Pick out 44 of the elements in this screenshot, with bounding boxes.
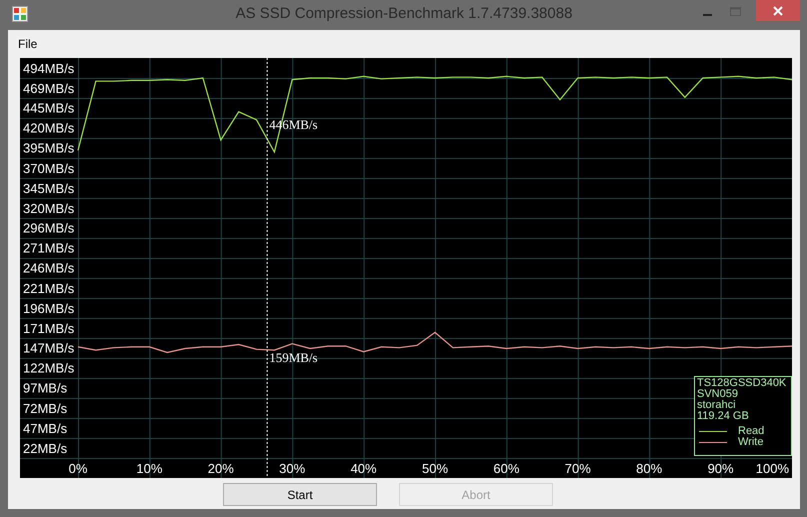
- axis-label: 50%: [422, 461, 448, 476]
- axis-label: 72MB/s: [23, 400, 68, 416]
- axis-label: 395MB/s: [23, 140, 74, 156]
- axis-label: 420MB/s: [23, 120, 74, 136]
- app-icon: [12, 6, 28, 22]
- start-button[interactable]: Start: [223, 483, 377, 506]
- axis-label: 30%: [279, 461, 306, 476]
- axis-label: 97MB/s: [23, 380, 68, 396]
- axis-label: 196MB/s: [23, 300, 74, 316]
- axis-label: 22MB/s: [23, 441, 68, 456]
- axis-label: 10%: [136, 461, 162, 476]
- axis-label: 0%: [68, 461, 88, 476]
- firmware-version: SVN059: [697, 389, 739, 400]
- axis-label: 320MB/s: [23, 201, 74, 216]
- legend-label: Read: [738, 426, 764, 436]
- axis-label: 70%: [564, 461, 591, 476]
- axis-label: 221MB/s: [23, 280, 74, 296]
- drive-size: 119.24 GB: [697, 411, 750, 422]
- axis-label: 494MB/s: [23, 60, 74, 76]
- axis-label: 122MB/s: [23, 360, 74, 376]
- axis-label: 20%: [208, 461, 234, 476]
- axis-label: 445MB/s: [23, 100, 74, 116]
- close-icon: [772, 4, 784, 16]
- axis-label: 296MB/s: [23, 220, 74, 236]
- axis-label: 100%: [756, 461, 789, 476]
- axis-label: 370MB/s: [23, 160, 74, 176]
- axis-label: 40%: [350, 461, 377, 476]
- axis-label: 90%: [708, 461, 734, 476]
- cursor-reading: 159MB/s: [269, 350, 318, 365]
- legend-label: Write: [738, 437, 764, 447]
- menu-item[interactable]: File: [12, 35, 44, 53]
- axis-label: 171MB/s: [23, 321, 74, 336]
- axis-label: 60%: [493, 461, 520, 476]
- window-title: AS SSD Compression-Benchmark 1.7.4739.38088: [236, 5, 572, 22]
- axis-label: 271MB/s: [23, 240, 74, 256]
- close-button[interactable]: [756, 0, 800, 21]
- axis-label: 469MB/s: [23, 81, 74, 96]
- axis-label: 80%: [636, 461, 662, 476]
- axis-label: 47MB/s: [23, 420, 68, 436]
- axis-label: 147MB/s: [23, 340, 74, 356]
- drive-model: TS128GSSD340K: [697, 378, 788, 389]
- axis-label: 246MB/s: [23, 260, 74, 276]
- driver-name: storahci: [697, 400, 737, 411]
- axis-label: 345MB/s: [23, 180, 74, 196]
